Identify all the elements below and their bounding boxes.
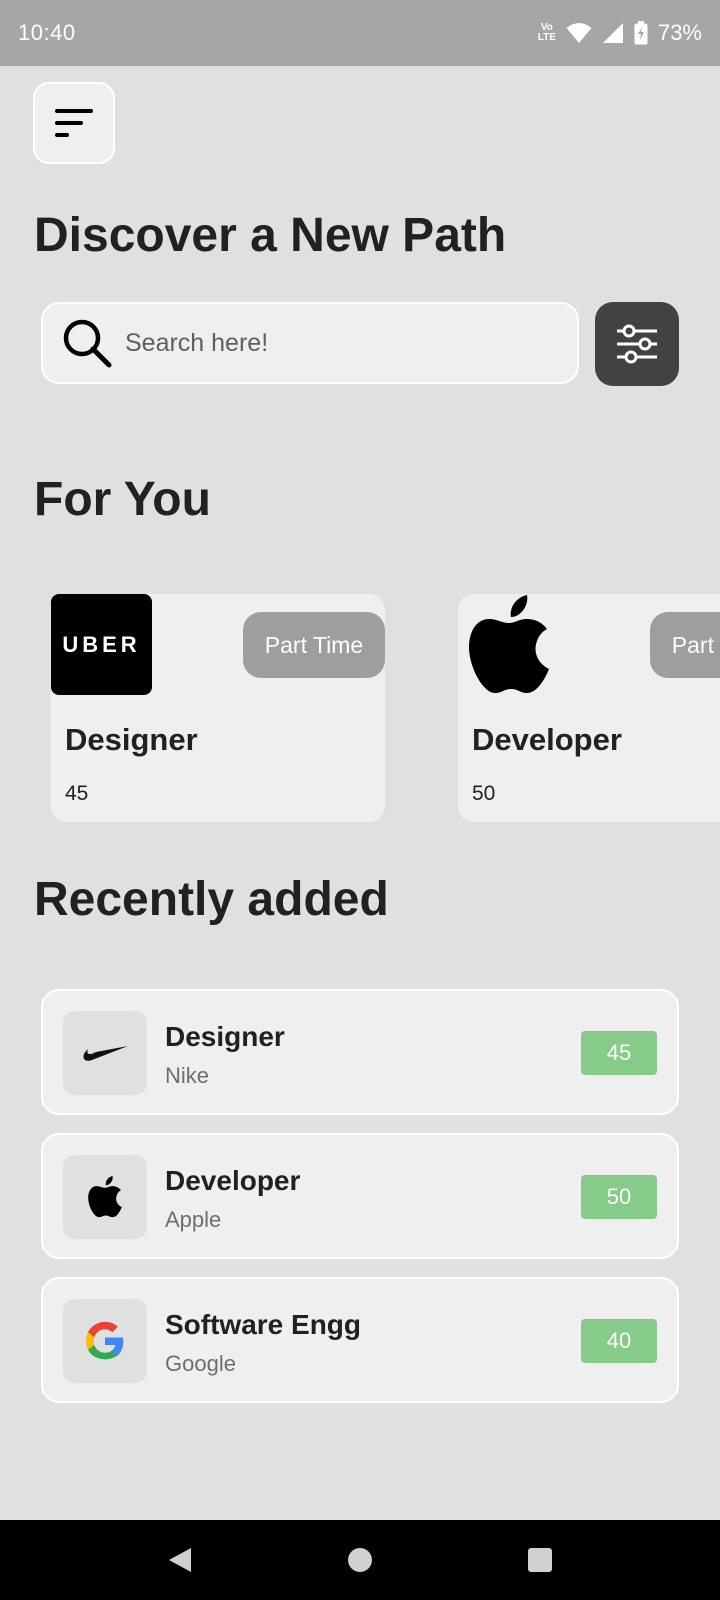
battery-icon [634, 21, 648, 45]
status-bar: 10:40 Vo LTE 73% [0, 0, 720, 66]
menu-button[interactable] [33, 82, 115, 164]
job-title: Designer [65, 722, 198, 757]
apple-logo-icon [63, 1155, 147, 1239]
status-time: 10:40 [18, 20, 76, 45]
list-item[interactable]: Designer Nike 45 [41, 989, 679, 1115]
job-card[interactable]: Part Time Developer 50 [458, 594, 720, 822]
menu-icon [55, 109, 93, 137]
list-item[interactable]: Software Engg Google 40 [41, 1277, 679, 1403]
uber-logo: UBER [51, 594, 152, 695]
recent-job-title: Designer [165, 1021, 285, 1052]
job-type-badge: Part Time [243, 612, 385, 678]
wifi-icon [566, 23, 592, 43]
job-count: 45 [65, 782, 89, 805]
search-box[interactable] [41, 302, 579, 384]
google-logo-icon [63, 1299, 147, 1383]
recent-job-title: Software Engg [165, 1309, 362, 1340]
section-title-recently-added: Recently added [34, 873, 389, 926]
recents-icon[interactable] [527, 1547, 553, 1573]
list-item[interactable]: Developer Apple 50 [41, 1133, 679, 1259]
volte-icon: Vo LTE [537, 22, 556, 43]
filter-button[interactable] [595, 302, 679, 386]
search-icon [59, 315, 115, 371]
for-you-carousel[interactable]: UBER Part Time Designer 45 Part Time Dev… [0, 594, 720, 824]
apple-logo-icon [458, 594, 559, 695]
job-card[interactable]: UBER Part Time Designer 45 [51, 594, 385, 822]
count-badge: 45 [581, 1031, 657, 1075]
recent-job-title: Developer [165, 1165, 301, 1196]
count-badge: 40 [581, 1319, 657, 1363]
section-title-for-you: For You [34, 473, 211, 526]
page-title: Discover a New Path [34, 209, 507, 262]
sliders-icon [617, 324, 657, 364]
status-icons: Vo LTE 73% [538, 20, 702, 46]
back-icon[interactable] [167, 1546, 193, 1574]
recent-company: Google [165, 1351, 236, 1376]
system-nav-bar [0, 1520, 720, 1600]
count-badge: 50 [581, 1175, 657, 1219]
job-type-badge: Part Time [650, 612, 720, 678]
signal-icon [602, 23, 623, 43]
job-count: 50 [472, 782, 496, 805]
search-input[interactable] [125, 328, 545, 358]
battery-percent: 73% [657, 20, 702, 45]
job-title: Developer [472, 722, 622, 757]
home-icon[interactable] [347, 1547, 373, 1573]
recent-company: Apple [165, 1207, 222, 1232]
nike-logo-icon [63, 1011, 147, 1095]
recent-company: Nike [165, 1063, 210, 1088]
